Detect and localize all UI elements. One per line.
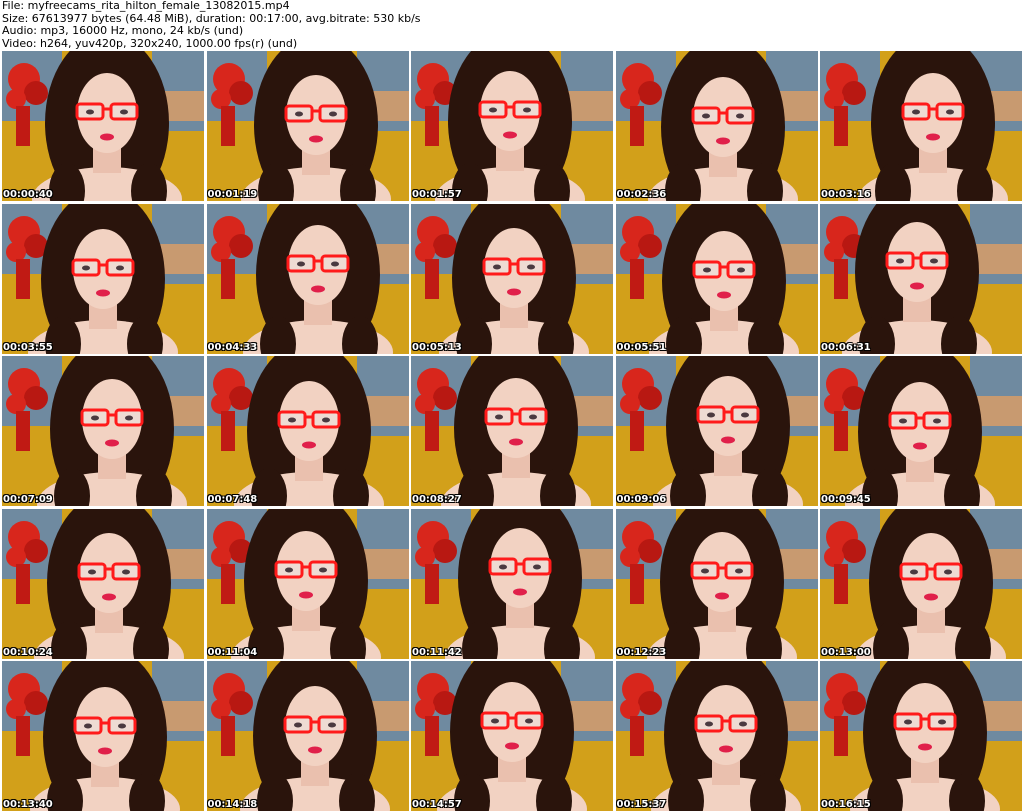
webcam-frame-image: [820, 51, 1022, 201]
video-thumbnail: 00:04:33: [206, 203, 409, 354]
video-thumbnail: 00:14:57: [411, 661, 613, 811]
video-thumbnail: 00:06:31: [820, 203, 1022, 354]
thumbnail-timestamp: 00:01:19: [207, 189, 258, 200]
thumbnail-timestamp: 00:11:42: [412, 646, 462, 658]
video-thumbnail: 00:10:24: [2, 508, 204, 659]
webcam-frame-image: [820, 356, 1022, 506]
webcam-frame-image: [615, 203, 818, 354]
video-thumbnail: 00:07:48: [206, 356, 409, 506]
file-info-header: File: myfreecams_rita_hilton_female_1308…: [2, 0, 1002, 50]
webcam-frame-image: [615, 356, 818, 506]
video-thumbnail: 00:14:18: [206, 661, 409, 811]
thumbnail-timestamp: 00:03:16: [821, 189, 871, 200]
video-thumbnail: 00:01:57: [411, 51, 613, 201]
webcam-frame-image: [206, 356, 409, 506]
video-thumbnail: 00:15:37: [615, 661, 818, 811]
thumbnail-timestamp: 00:13:00: [821, 646, 871, 658]
video-thumbnail: 00:11:04: [206, 508, 409, 659]
webcam-frame-image: [2, 356, 204, 506]
thumbnail-timestamp: 00:09:45: [821, 494, 871, 505]
webcam-frame-image: [411, 508, 613, 659]
webcam-frame-image: [820, 661, 1022, 811]
webcam-frame-image: [2, 508, 204, 659]
webcam-frame-image: [206, 203, 409, 354]
webcam-frame-image: [820, 508, 1022, 659]
video-thumbnail: 00:03:55: [2, 203, 204, 354]
webcam-frame-image: [615, 51, 818, 201]
thumbnail-timestamp: 00:12:23: [616, 646, 667, 658]
video-thumbnail: 00:07:09: [2, 356, 204, 506]
thumbnail-timestamp: 00:16:15: [821, 799, 871, 810]
thumbnail-timestamp: 00:14:57: [412, 799, 462, 810]
thumbnail-timestamp: 00:07:09: [3, 494, 53, 505]
video-thumbnail: 00:11:42: [411, 508, 613, 659]
video-thumbnail: 00:01:19: [206, 51, 409, 201]
thumbnail-timestamp: 00:05:13: [412, 341, 462, 353]
thumbnail-timestamp: 00:11:04: [207, 646, 258, 658]
webcam-frame-image: [411, 356, 613, 506]
video-thumbnail: 00:05:13: [411, 203, 613, 354]
thumbnail-timestamp: 00:05:51: [616, 341, 667, 353]
video-thumbnail: 00:02:36: [615, 51, 818, 201]
webcam-frame-image: [206, 51, 409, 201]
audio-info-line: Audio: mp3, 16000 Hz, mono, 24 kb/s (und…: [2, 24, 244, 37]
thumbnail-grid: 00:00:40 00:01:19 00:01:57 00:02:36 00:0…: [0, 51, 1024, 811]
video-thumbnail: 00:13:40: [2, 661, 204, 811]
video-thumbnail: 00:16:15: [820, 661, 1022, 811]
video-info-line: Video: h264, yuv420p, 320x240, 1000.00 f…: [2, 36, 298, 50]
video-thumbnail: 00:09:45: [820, 356, 1022, 506]
video-thumbnail: 00:05:51: [615, 203, 818, 354]
thumbnail-timestamp: 00:13:40: [3, 799, 53, 810]
webcam-frame-image: [411, 661, 613, 811]
thumbnail-timestamp: 00:06:31: [821, 341, 871, 353]
video-thumbnail: 00:00:40: [2, 51, 204, 201]
webcam-frame-image: [206, 661, 409, 811]
thumbnail-timestamp: 00:03:55: [3, 341, 53, 353]
webcam-frame-image: [411, 51, 613, 201]
thumbnail-timestamp: 00:07:48: [207, 494, 258, 505]
thumbnail-timestamp: 00:09:06: [616, 494, 667, 505]
webcam-frame-image: [2, 203, 204, 354]
thumbnail-timestamp: 00:14:18: [207, 799, 258, 810]
thumbnail-timestamp: 00:02:36: [616, 189, 667, 200]
webcam-frame-image: [615, 661, 818, 811]
webcam-frame-image: [820, 203, 1022, 354]
video-thumbnail: 00:13:00: [820, 508, 1022, 659]
video-thumbnail: 00:03:16: [820, 51, 1022, 201]
webcam-frame-image: [206, 508, 409, 659]
webcam-frame-image: [2, 51, 204, 201]
thumbnail-timestamp: 00:01:57: [412, 189, 462, 200]
video-thumbnail: 00:08:27: [411, 356, 613, 506]
thumbnail-timestamp: 00:15:37: [616, 799, 667, 810]
thumbnail-timestamp: 00:10:24: [3, 646, 53, 658]
webcam-frame-image: [615, 508, 818, 659]
video-thumbnail: 00:12:23: [615, 508, 818, 659]
thumbnail-timestamp: 00:00:40: [3, 189, 53, 200]
video-thumbnail: 00:09:06: [615, 356, 818, 506]
webcam-frame-image: [411, 203, 613, 354]
file-name-line: File: myfreecams_rita_hilton_female_1308…: [2, 0, 290, 12]
thumbnail-timestamp: 00:04:33: [207, 341, 258, 353]
webcam-frame-image: [2, 661, 204, 811]
thumbnail-timestamp: 00:08:27: [412, 494, 462, 505]
